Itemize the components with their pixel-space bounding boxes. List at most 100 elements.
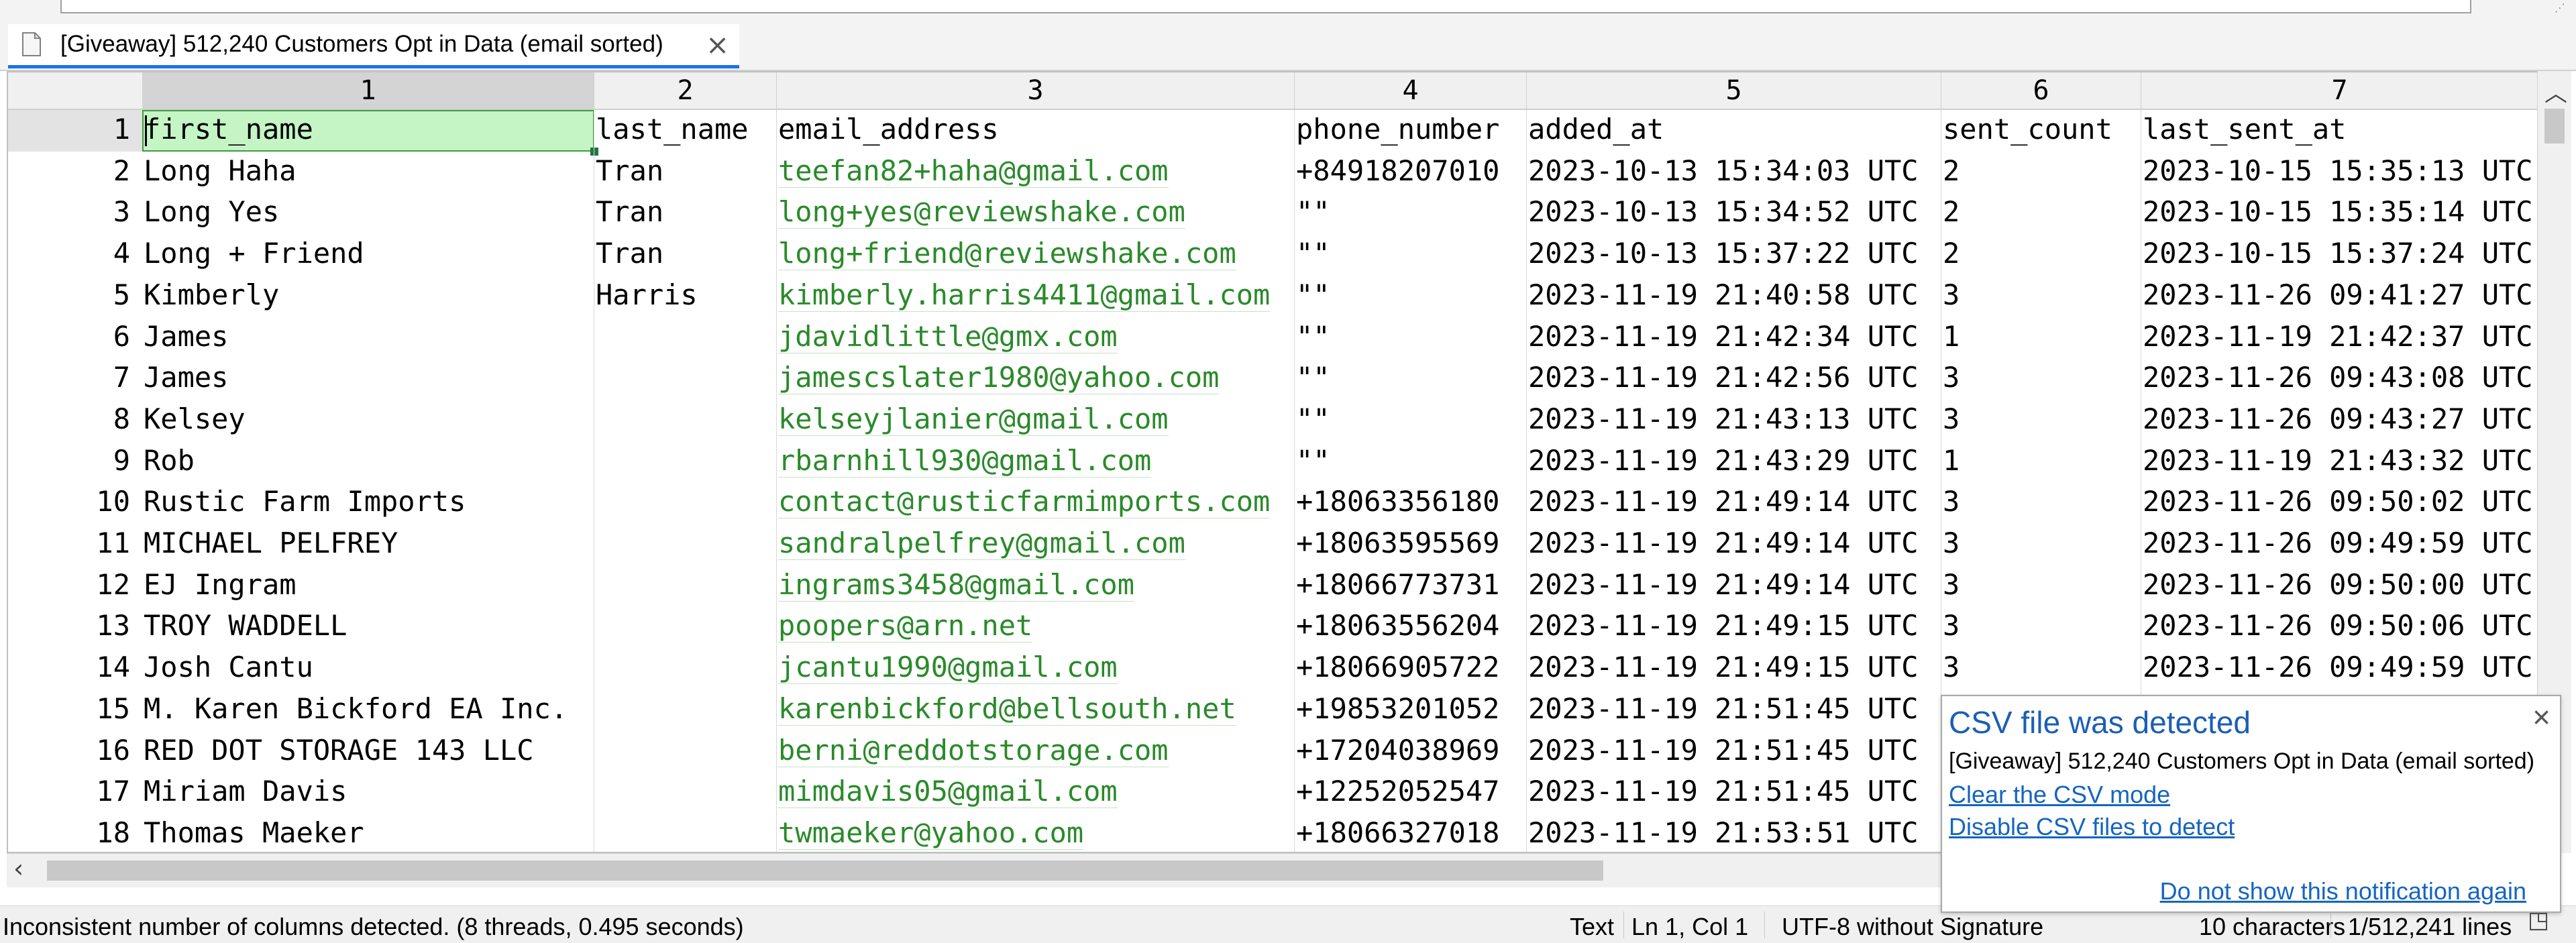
cell-added[interactable]: 2023-11-19 21:49:14 UTC — [1528, 485, 1919, 518]
cell-email[interactable]: long+yes@reviewshake.com — [778, 195, 1185, 229]
disable-csv-detect-link[interactable]: Disable CSV files to detect — [1949, 813, 2235, 841]
column-header-3[interactable]: 3 — [777, 72, 1295, 109]
cell-added[interactable]: 2023-11-19 21:49:15 UTC — [1528, 651, 1919, 683]
cell-phone[interactable]: "" — [1296, 402, 1330, 435]
notification-icon[interactable]: ◳ — [2528, 907, 2549, 934]
cell-added[interactable]: 2023-11-19 21:51:45 UTC — [1528, 692, 1919, 725]
cell-email[interactable]: email_address — [778, 113, 999, 146]
cell-phone[interactable]: "" — [1296, 237, 1330, 270]
cell-email[interactable]: karenbickford@bellsouth.net — [778, 692, 1236, 726]
cell-sent[interactable]: 3 — [1943, 402, 1960, 435]
close-icon[interactable]: × — [2532, 699, 2551, 735]
cell-email[interactable]: poopers@arn.net — [778, 609, 1033, 643]
cell-first[interactable]: MICHAEL PELFREY — [144, 526, 398, 559]
cell-sent[interactable]: 2 — [1943, 237, 1960, 270]
cell-last_sent[interactable]: 2023-10-15 15:37:24 UTC — [2143, 237, 2533, 270]
cell-email[interactable]: mimdavis05@gmail.com — [778, 775, 1118, 809]
cell-added[interactable]: 2023-11-19 21:42:56 UTC — [1528, 361, 1919, 394]
cell-last_sent[interactable]: 2023-11-26 09:49:59 UTC — [2143, 651, 2533, 683]
cell-first[interactable]: Kimberly — [144, 278, 279, 311]
cell-sent[interactable]: 3 — [1943, 278, 1960, 311]
cell-phone[interactable]: +12252052547 — [1296, 775, 1499, 808]
cell-first[interactable]: Long Yes — [144, 195, 279, 228]
cell-added[interactable]: 2023-11-19 21:51:45 UTC — [1528, 775, 1919, 808]
cell-last[interactable]: Harris — [596, 278, 698, 311]
cell-phone[interactable]: "" — [1296, 320, 1330, 353]
cell-last_sent[interactable]: 2023-11-26 09:50:02 UTC — [2143, 485, 2533, 518]
cell-email[interactable]: ingrams3458@gmail.com — [778, 568, 1135, 602]
cell-last_sent[interactable]: 2023-11-26 09:49:59 UTC — [2143, 526, 2533, 559]
cell-last_sent[interactable]: 2023-11-26 09:50:00 UTC — [2143, 568, 2533, 601]
cell-email[interactable]: berni@reddotstorage.com — [778, 734, 1169, 767]
cell-email[interactable]: kimberly.harris4411@gmail.com — [778, 278, 1271, 312]
column-header-2[interactable]: 2 — [594, 72, 777, 109]
cell-phone[interactable]: +18063556204 — [1296, 609, 1499, 642]
column-header-7[interactable]: 7 — [2141, 72, 2538, 109]
cell-email[interactable]: jcantu1990@gmail.com — [778, 651, 1118, 685]
clear-csv-mode-link[interactable]: Clear the CSV mode — [1949, 781, 2170, 809]
cell-last[interactable]: last_name — [596, 113, 749, 146]
cell-last[interactable]: Tran — [596, 237, 663, 270]
cell-added[interactable]: 2023-11-19 21:49:14 UTC — [1528, 526, 1919, 559]
cell-first[interactable]: EJ Ingram — [144, 568, 297, 601]
find-input[interactable] — [60, 0, 2471, 13]
vertical-scroll-thumb[interactable] — [2544, 109, 2565, 144]
column-header-1[interactable]: 1 — [142, 72, 594, 109]
cell-phone[interactable]: +17204038969 — [1296, 734, 1499, 767]
cell-last[interactable]: Tran — [596, 154, 663, 187]
cell-email[interactable]: long+friend@reviewshake.com — [778, 237, 1236, 271]
cell-first[interactable]: Rob — [144, 444, 195, 477]
cell-added[interactable]: 2023-11-19 21:43:13 UTC — [1528, 402, 1919, 435]
cell-phone[interactable]: "" — [1296, 278, 1330, 311]
cell-phone[interactable]: +18063356180 — [1296, 485, 1499, 518]
cell-last_sent[interactable]: 2023-11-26 09:41:27 UTC — [2143, 278, 2533, 311]
column-header-5[interactable]: 5 — [1527, 72, 1941, 109]
cell-email[interactable]: teefan82+haha@gmail.com — [778, 154, 1169, 188]
cell-first[interactable]: Long Haha — [144, 154, 297, 187]
cell-added[interactable]: 2023-11-19 21:49:14 UTC — [1528, 568, 1919, 601]
column-header-4[interactable]: 4 — [1295, 72, 1527, 109]
cell-last_sent[interactable]: 2023-10-15 15:35:13 UTC — [2143, 154, 2533, 187]
cell-email[interactable]: kelseyjlanier@gmail.com — [778, 402, 1169, 436]
cell-first[interactable]: first_name — [144, 113, 313, 146]
cell-first[interactable]: M. Karen Bickford EA Inc. — [144, 692, 568, 725]
cell-phone[interactable]: "" — [1296, 361, 1330, 394]
cell-phone[interactable]: +84918207010 — [1296, 154, 1499, 187]
chevron-up-icon[interactable]: ︿ — [2544, 75, 2567, 108]
cell-first[interactable]: TROY WADDELL — [144, 609, 347, 642]
cell-added[interactable]: 2023-11-19 21:51:45 UTC — [1528, 734, 1919, 767]
cell-sent[interactable]: 3 — [1943, 361, 1960, 394]
cell-phone[interactable]: +18066773731 — [1296, 568, 1499, 601]
cell-added[interactable]: 2023-11-19 21:49:15 UTC — [1528, 609, 1919, 642]
cell-sent[interactable]: 2 — [1943, 154, 1960, 187]
cell-first[interactable]: RED DOT STORAGE 143 LLC — [144, 734, 534, 767]
cell-sent[interactable]: 3 — [1943, 609, 1960, 642]
cell-first[interactable]: Miriam Davis — [144, 775, 347, 808]
close-icon[interactable]: × — [706, 28, 729, 61]
cell-email[interactable]: rbarnhill930@gmail.com — [778, 444, 1152, 478]
cell-email[interactable]: sandralpelfrey@gmail.com — [778, 526, 1185, 560]
cell-phone[interactable]: +19853201052 — [1296, 692, 1499, 725]
cell-first[interactable]: Long + Friend — [144, 237, 364, 270]
cell-added[interactable]: 2023-10-13 15:37:22 UTC — [1528, 237, 1919, 270]
cell-sent[interactable]: 3 — [1943, 485, 1960, 518]
cell-last_sent[interactable]: 2023-11-26 09:43:27 UTC — [2143, 402, 2533, 435]
status-encoding[interactable]: UTF-8 without Signature — [1782, 913, 2043, 941]
cell-last_sent[interactable]: 2023-11-19 21:42:37 UTC — [2143, 320, 2533, 353]
cell-email[interactable]: twmaeker@yahoo.com — [778, 816, 1084, 850]
cell-last_sent[interactable]: last_sent_at — [2143, 113, 2346, 146]
cell-added[interactable]: 2023-10-13 15:34:03 UTC — [1528, 154, 1919, 187]
cell-added[interactable]: added_at — [1528, 113, 1664, 146]
cell-phone[interactable]: "" — [1296, 195, 1330, 228]
cell-email[interactable]: jamescslater1980@yahoo.com — [778, 361, 1220, 395]
chevron-left-icon[interactable]: ‹ — [13, 854, 23, 883]
status-position[interactable]: Ln 1, Col 1 — [1631, 913, 1748, 941]
cell-last_sent[interactable]: 2023-11-26 09:43:08 UTC — [2143, 361, 2533, 394]
cell-sent[interactable]: 3 — [1943, 651, 1960, 683]
cell-added[interactable]: 2023-10-13 15:34:52 UTC — [1528, 195, 1919, 228]
cell-first[interactable]: Kelsey — [144, 402, 246, 435]
cell-first[interactable]: Josh Cantu — [144, 651, 313, 683]
cell-phone[interactable]: +18063595569 — [1296, 526, 1499, 559]
cell-sent[interactable]: sent_count — [1943, 113, 2112, 146]
dont-show-again-link[interactable]: Do not show this notification again — [2160, 877, 2526, 905]
